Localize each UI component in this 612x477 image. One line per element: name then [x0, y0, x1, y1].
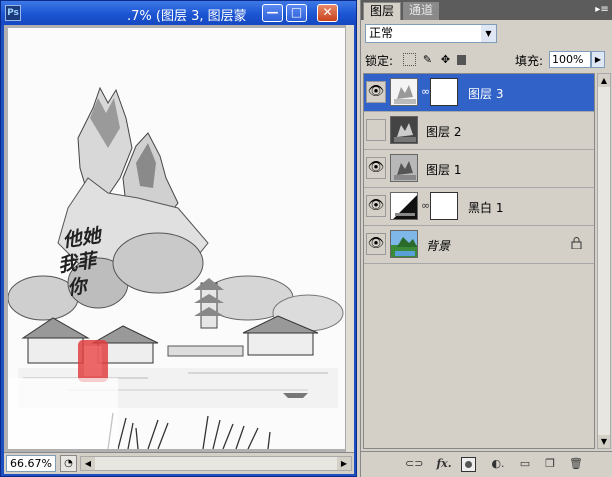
layer-thumbnail: [390, 154, 418, 182]
layer-thumbnail: [390, 116, 418, 144]
lock-all-icon[interactable]: [457, 55, 466, 65]
scroll-up-arrow-icon[interactable]: ▲: [598, 74, 610, 87]
scroll-down-arrow-icon[interactable]: ▼: [598, 435, 610, 448]
delete-layer-trash-icon[interactable]: 🗑: [567, 456, 585, 472]
layers-bottom-toolbar: ⊂⊃ fx. ◐. ▭ ❐ 🗑: [361, 451, 612, 475]
chevron-down-icon: ▼: [481, 25, 496, 42]
blend-mode-value: 正常: [369, 26, 394, 40]
layers-vertical-scrollbar[interactable]: ▲ ▼: [597, 73, 611, 449]
layer-name: 图层 2: [426, 125, 462, 139]
document-canvas[interactable]: 他她 我菲 你: [8, 28, 345, 449]
blend-mode-select[interactable]: 正常 ▼: [365, 24, 497, 43]
lock-transparency-icon[interactable]: [403, 53, 416, 66]
document-statusbar: 66.67% ◔ ◀ ▶: [4, 452, 354, 474]
lock-icon: [571, 237, 582, 249]
layer-row-layer1[interactable]: 👁 图层 1: [364, 150, 594, 188]
minimize-button[interactable]: —: [262, 4, 283, 22]
document-window: Ps .7% (图层 3, 图层蒙 — □ ✕ 他她 我菲 你 66.67% ◔…: [0, 0, 357, 477]
lock-move-icon[interactable]: ✥: [439, 53, 452, 66]
layers-list: 👁 ∞ 图层 3 图层 2 👁 图层 1 👁 ∞ 黑白 1 👁 背景: [363, 73, 595, 449]
link-layers-icon[interactable]: ⊂⊃: [405, 456, 423, 472]
tab-layers[interactable]: 图层: [363, 2, 402, 20]
mask-link-icon[interactable]: ∞: [421, 199, 430, 212]
photoshop-logo-icon: Ps: [5, 5, 21, 21]
layer-name: 图层 3: [468, 87, 504, 101]
new-group-folder-icon[interactable]: ▭: [516, 456, 534, 472]
layer-thumbnail: [390, 78, 418, 106]
fill-label: 填充:: [515, 54, 544, 68]
photoshop-window: Ps .7% (图层 3, 图层蒙 — □ ✕ 他她 我菲 你 66.67% ◔…: [0, 0, 612, 477]
canvas-area: 他她 我菲 你: [4, 25, 354, 452]
zoom-level-field[interactable]: 66.67%: [6, 455, 56, 472]
layer-row-layer3[interactable]: 👁 ∞ 图层 3: [364, 74, 594, 112]
eye-icon[interactable]: 👁: [366, 233, 386, 255]
layer-name: 图层 1: [426, 163, 462, 177]
document-titlebar[interactable]: Ps .7% (图层 3, 图层蒙 — □ ✕: [1, 1, 356, 25]
scroll-right-arrow-icon[interactable]: ▶: [337, 457, 351, 470]
layer-row-layer2[interactable]: 图层 2: [364, 112, 594, 150]
eye-icon[interactable]: 👁: [366, 195, 386, 217]
lock-row: 锁定: ✎ ✥ 填充: 100% ▶: [365, 50, 609, 70]
panel-tabs: 图层 通道 ▸≡: [361, 0, 612, 20]
layers-panel: 图层 通道 ▸≡ 正常 ▼ 锁定: ✎ ✥ 填充: 100% ▶ 👁 ∞ 图层 …: [360, 0, 612, 477]
layer-style-fx-icon[interactable]: fx.: [435, 456, 453, 472]
layer-row-background[interactable]: 👁 背景: [364, 226, 594, 264]
visibility-toggle-empty[interactable]: [366, 119, 386, 141]
document-title: .7% (图层 3, 图层蒙: [127, 9, 247, 24]
status-info-button[interactable]: ◔: [60, 455, 77, 472]
panel-menu-icon[interactable]: ▸≡: [595, 3, 609, 17]
fill-input[interactable]: 100%: [549, 51, 591, 68]
tab-channels[interactable]: 通道: [403, 2, 440, 20]
layer-mask-thumbnail[interactable]: [430, 78, 458, 106]
adjustment-layer-icon: [390, 192, 418, 220]
canvas-vertical-scrollbar[interactable]: [345, 25, 354, 452]
new-adjustment-layer-icon[interactable]: ◐.: [489, 456, 507, 472]
new-layer-icon[interactable]: ❐: [541, 456, 559, 472]
layer-mask-thumbnail[interactable]: [430, 192, 458, 220]
lock-brush-icon[interactable]: ✎: [421, 53, 434, 66]
lock-label: 锁定:: [365, 54, 394, 68]
close-button[interactable]: ✕: [317, 4, 338, 22]
scroll-left-arrow-icon[interactable]: ◀: [81, 457, 95, 470]
layer-name: 黑白 1: [468, 201, 504, 215]
restore-button[interactable]: □: [286, 4, 307, 22]
layer-thumbnail: [390, 230, 418, 258]
eye-icon[interactable]: 👁: [366, 81, 386, 103]
eye-icon[interactable]: 👁: [366, 157, 386, 179]
add-mask-icon[interactable]: [461, 457, 476, 472]
layer-row-black-white-1[interactable]: 👁 ∞ 黑白 1: [364, 188, 594, 226]
mask-link-icon[interactable]: ∞: [421, 85, 430, 98]
canvas-horizontal-scrollbar[interactable]: ◀ ▶: [80, 456, 352, 471]
layer-name: 背景: [426, 239, 451, 253]
sketch-landscape-image: [8, 28, 345, 449]
fill-arrow-icon[interactable]: ▶: [591, 51, 605, 68]
